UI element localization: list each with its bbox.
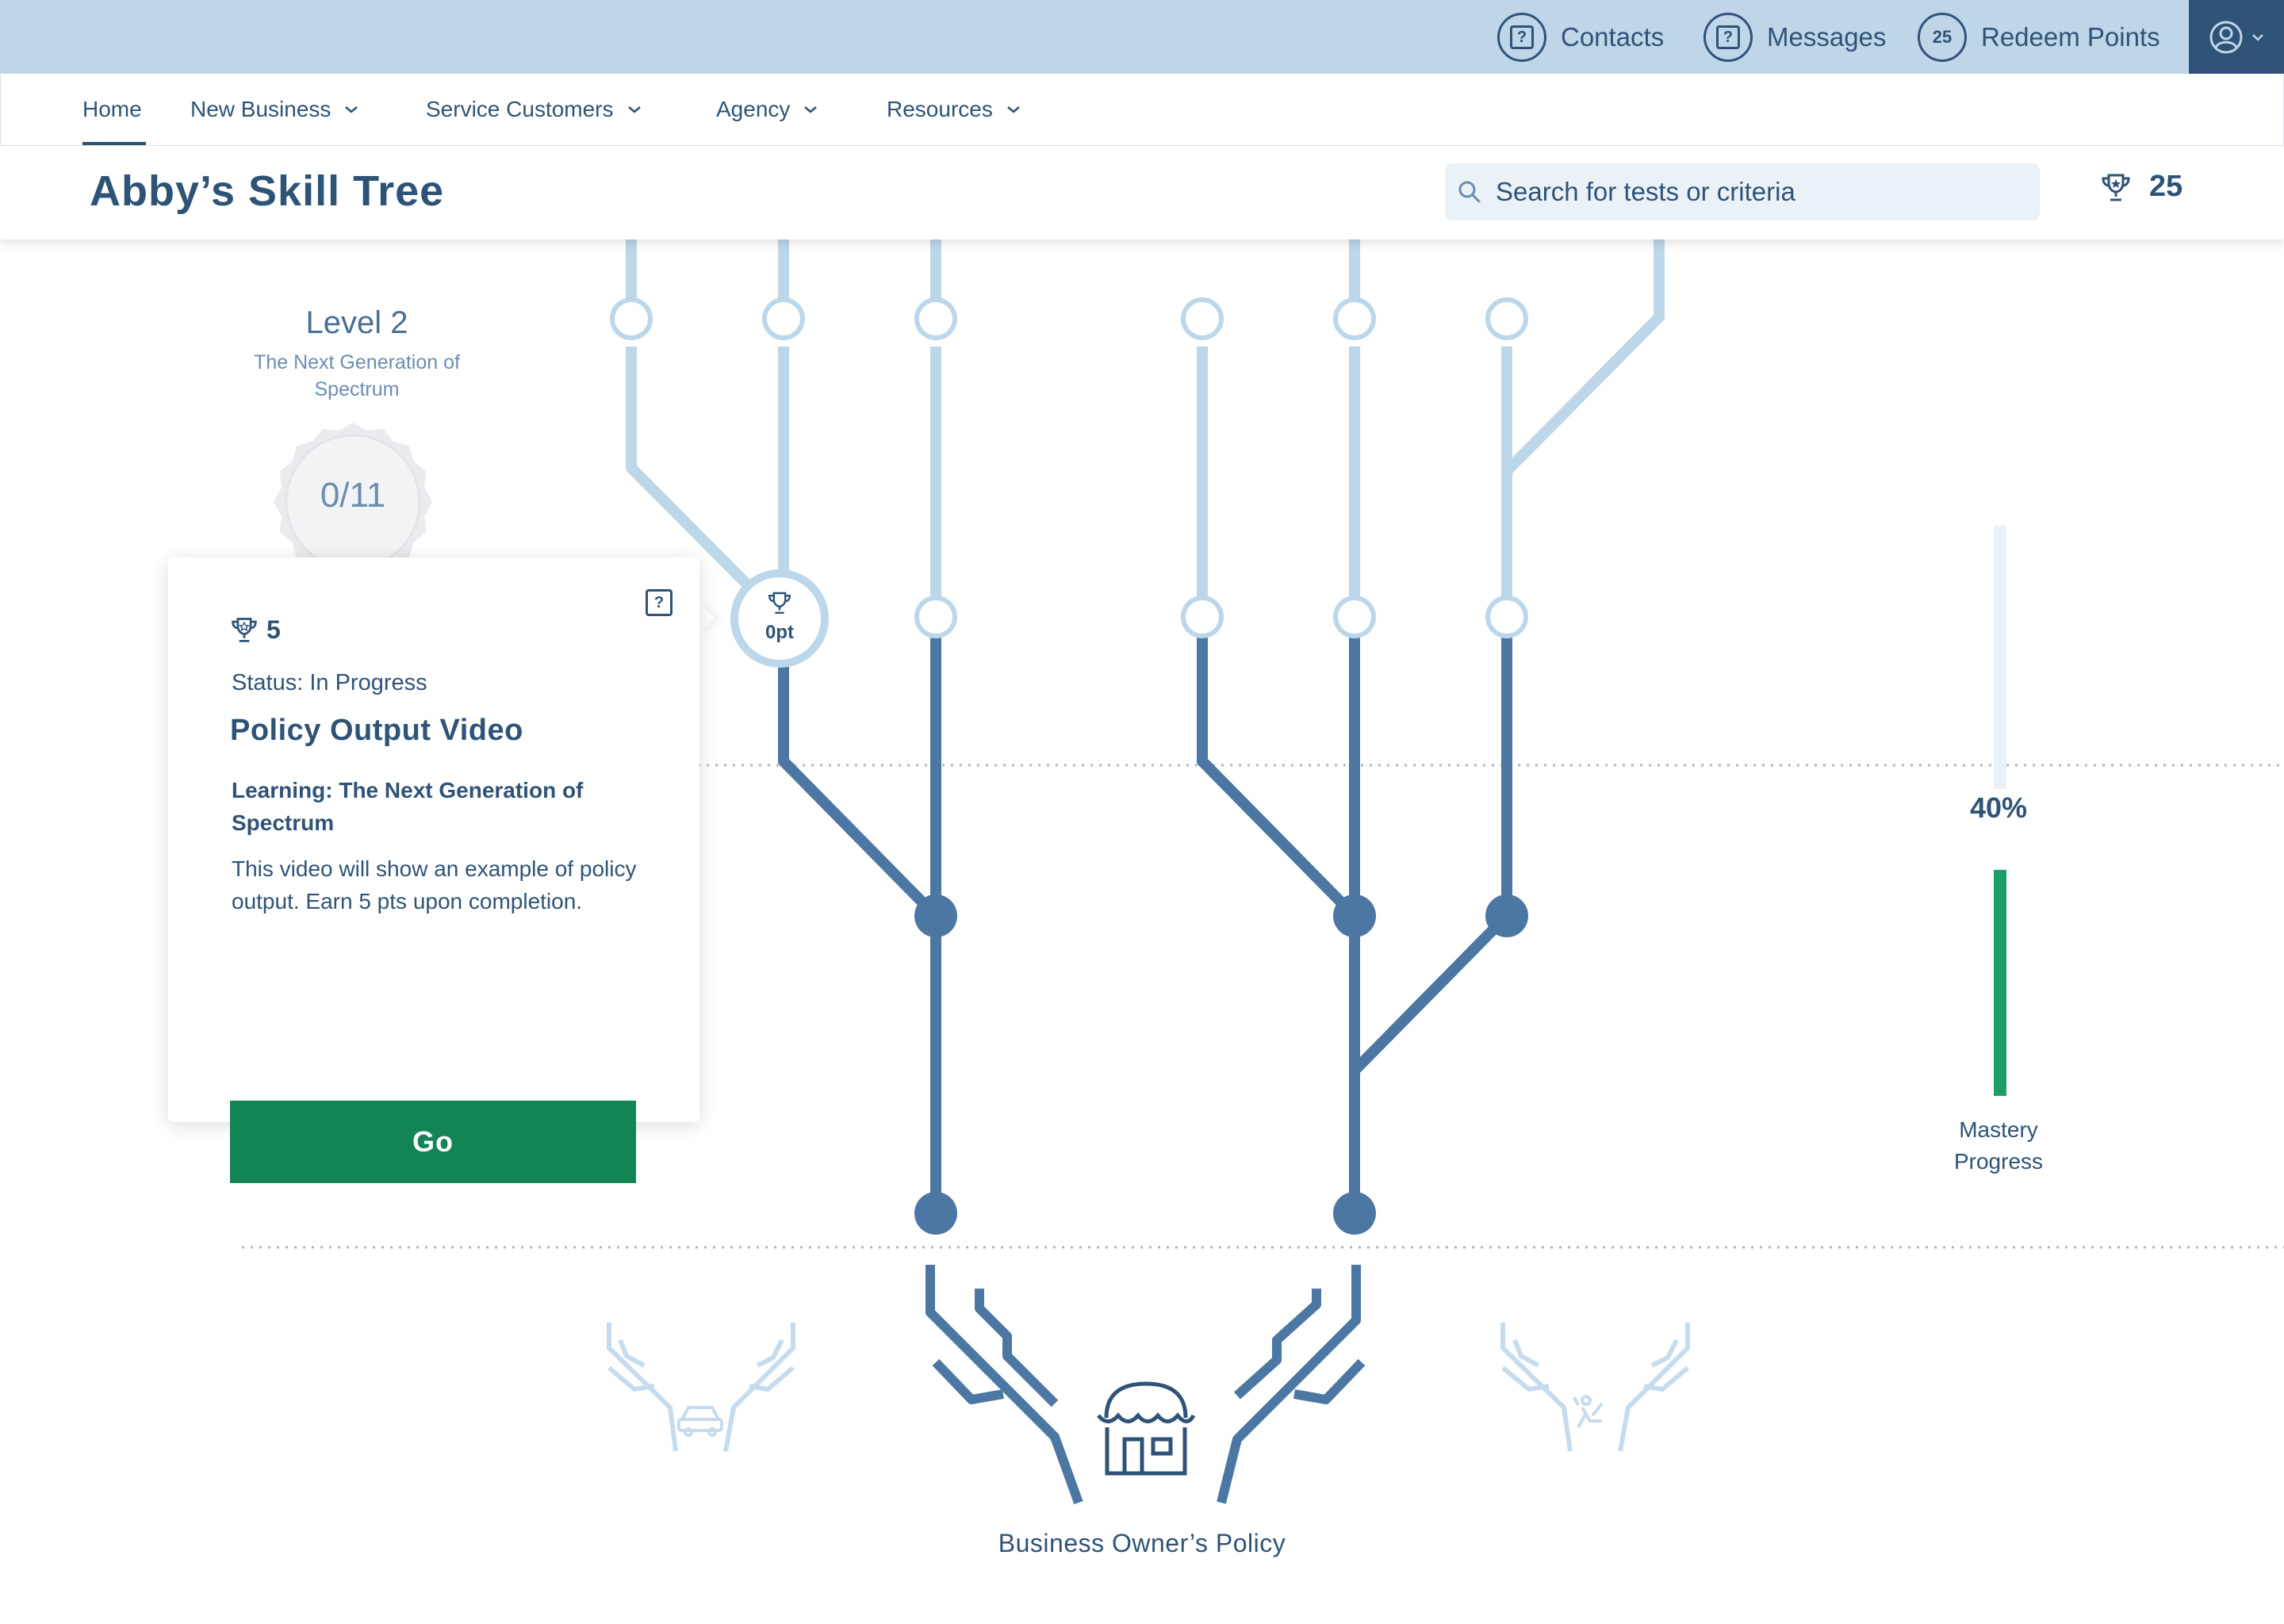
page-header: Abby’s Skill Tree 25 (0, 146, 2284, 239)
mastery-percent: 40% (1969, 791, 2028, 824)
branch-light (1503, 238, 1665, 475)
car-icon (677, 1406, 723, 1437)
falling-person-icon (1573, 1395, 1604, 1428)
trophy-points-value: 25 (2149, 170, 2183, 203)
roots-injury-faded (1500, 1323, 1690, 1452)
skill-node-open (1333, 297, 1376, 340)
upper-branches (626, 238, 1665, 607)
trophy-icon (232, 618, 257, 642)
card-description: This video will show an example of polic… (232, 856, 637, 914)
business-owners-policy-label[interactable]: Business Owner’s Policy (952, 1529, 1332, 1558)
skill-node-complete (1485, 894, 1528, 937)
skill-node-complete (914, 1192, 957, 1235)
level-progress: 0/11 (320, 476, 386, 515)
trophy-points: 25 (2100, 170, 2182, 204)
card-status: Status: In Progress (232, 670, 427, 695)
lower-branches (778, 630, 1512, 1213)
level-title: Level 2 (305, 305, 408, 340)
filled-nodes (914, 894, 1528, 1235)
skill-detail-card: ? 5 Status: In Progress Policy Output Vi… (168, 557, 699, 1122)
card-points: 5 (230, 615, 281, 645)
selected-skill-node (730, 569, 829, 668)
card-learning: Learning: The Next Generation of Spectru… (232, 778, 584, 835)
skill-node-open (1181, 297, 1224, 340)
page-title: Abby’s Skill Tree (90, 167, 445, 215)
skill-node-open (762, 297, 805, 340)
selected-node-points[interactable]: 0pt (756, 622, 803, 644)
card-points-value: 5 (266, 615, 281, 644)
search-icon (1458, 181, 1481, 203)
help-icon: ? (646, 589, 673, 616)
help-button[interactable]: ? (646, 589, 673, 616)
card-title: Policy Output Video (230, 714, 523, 747)
skill-node-complete (1333, 894, 1376, 937)
skill-node-complete (914, 894, 957, 937)
skill-node-open (914, 596, 957, 638)
skill-node-open (1333, 596, 1376, 638)
go-button[interactable]: Go (230, 1101, 636, 1183)
skill-node-open (1485, 297, 1528, 340)
skill-node-open (1181, 596, 1224, 638)
skill-node-open (610, 297, 653, 340)
skill-node-open (1485, 596, 1528, 638)
mastery-label: Mastery Progress (1953, 1117, 2044, 1174)
branch-dark (1351, 630, 1512, 1074)
branch-dark (778, 666, 940, 920)
search-box[interactable] (1445, 163, 2040, 220)
skill-node-open (914, 297, 957, 340)
level-subtitle: The Next Generation of Spectrum (254, 351, 460, 400)
trophy-icon (2102, 174, 2130, 201)
search-input[interactable] (1494, 176, 2013, 208)
skill-node-complete (1333, 1192, 1376, 1235)
store-icon (1097, 1381, 1196, 1476)
branch-dark (1197, 630, 1359, 920)
